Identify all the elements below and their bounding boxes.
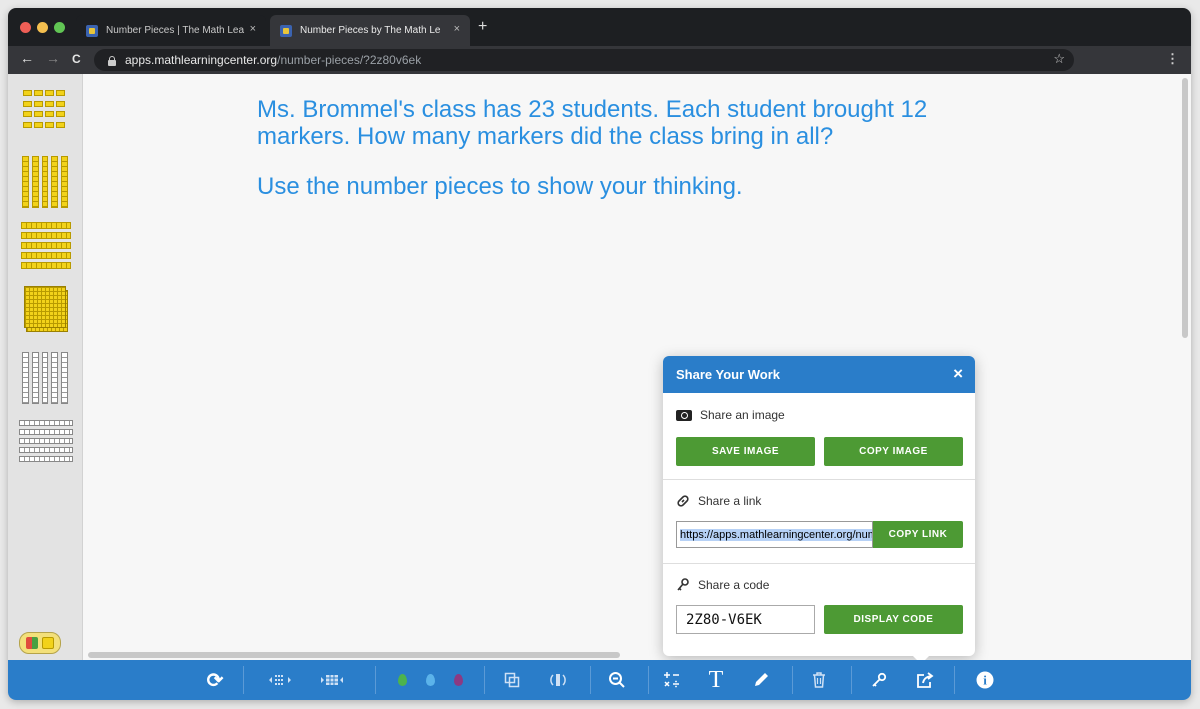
toolbar-divider [484, 666, 485, 694]
reload-icon[interactable]: C [72, 52, 81, 66]
browser-menu-icon[interactable]: ⋮ [1166, 51, 1179, 67]
tab-title: Number Pieces by The Math Le [300, 25, 441, 36]
share-link-label: Share a link [698, 494, 762, 508]
forward-arrow-icon[interactable]: → [46, 50, 60, 66]
maximize-window-button[interactable] [54, 22, 65, 33]
close-icon[interactable]: × [953, 364, 963, 384]
key-icon[interactable] [865, 660, 893, 700]
info-glyph: i [983, 673, 987, 688]
toolbar-divider [243, 666, 244, 694]
bookmark-star-icon[interactable]: ☆ [1053, 51, 1065, 67]
vertical-scrollbar[interactable] [1182, 78, 1188, 338]
share-code-label-row: Share a code [676, 578, 769, 592]
share-link-label-row: Share a link [676, 494, 761, 508]
zoom-out-icon[interactable] [603, 660, 631, 700]
share-image-label-row: Share an image [676, 408, 785, 422]
tab-number-pieces-1[interactable]: Number Pieces | The Math Lea × [76, 15, 266, 46]
minimize-window-button[interactable] [37, 22, 48, 33]
share-code-label: Share a code [698, 578, 770, 592]
key-icon [677, 578, 689, 591]
share-image-section: Share an image SAVE IMAGE COPY IMAGE [663, 393, 975, 480]
toolbar-divider [648, 666, 649, 694]
back-arrow-icon[interactable]: ← [20, 50, 34, 66]
horizontal-tens-icon[interactable] [21, 222, 71, 270]
share-code-section: Share a code 2Z80-V6EK DISPLAY CODE [663, 563, 975, 656]
hundred-square-icon[interactable] [24, 286, 68, 332]
math-symbols-icon[interactable] [658, 660, 686, 700]
address-bar[interactable]: apps.mathlearningcenter.org/number-piece… [94, 49, 1074, 71]
link-icon [677, 495, 689, 507]
green-ink-icon[interactable] [388, 660, 416, 700]
toolbar-divider [954, 666, 955, 694]
share-dialog-title: Share Your Work [676, 367, 781, 382]
yellow-pieces-icon [42, 637, 54, 649]
colored-pieces-icon [26, 637, 38, 649]
trash-icon[interactable] [805, 660, 833, 700]
save-image-button[interactable]: SAVE IMAGE [676, 437, 815, 466]
copy-image-button[interactable]: COPY IMAGE [824, 437, 963, 466]
blue-ink-icon[interactable] [416, 660, 444, 700]
tab-close-icon[interactable]: × [454, 23, 460, 35]
outline-vertical-tens-icon[interactable] [22, 352, 68, 404]
break-apart-icon[interactable] [266, 660, 294, 700]
color-mode-toggle[interactable] [19, 632, 61, 654]
toolbar-divider [792, 666, 793, 694]
copy-link-button[interactable]: COPY LINK [873, 521, 963, 548]
tab-close-icon[interactable]: × [250, 23, 256, 35]
share-your-work-dialog: Share Your Work × Share an image SAVE IM… [663, 356, 975, 664]
display-code-button[interactable]: DISPLAY CODE [824, 605, 963, 634]
reset-icon[interactable]: ⟳ [201, 660, 229, 700]
bottom-toolbar: ⟳ T i [8, 660, 1191, 700]
share-icon[interactable] [911, 660, 939, 700]
problem-text[interactable]: Ms. Brommel's class has 23 students. Eac… [257, 96, 977, 200]
share-link-field[interactable]: https://apps.mathlearningcenter.org/numb… [676, 521, 873, 548]
share-link-value: https://apps.mathlearningcenter.org/numb… [680, 528, 872, 541]
pen-tool-icon[interactable] [747, 660, 775, 700]
share-link-section: Share a link https://apps.mathlearningce… [663, 479, 975, 564]
vertical-tens-icon[interactable] [22, 156, 68, 208]
horizontal-scrollbar[interactable] [88, 652, 620, 658]
share-code-field[interactable]: 2Z80-V6EK [676, 605, 815, 634]
browser-toolbar: ← → C apps.mathlearningcenter.org/number… [8, 46, 1191, 74]
purple-ink-icon[interactable] [444, 660, 472, 700]
toolbar-divider [375, 666, 376, 694]
tab-title: Number Pieces | The Math Lea [106, 25, 245, 36]
problem-instruction: Use the number pieces to show your think… [257, 173, 743, 200]
group-pieces-icon[interactable] [318, 660, 346, 700]
tab-bar: Number Pieces | The Math Lea × Number Pi… [8, 8, 1191, 46]
url-host: apps.mathlearningcenter.org [125, 53, 278, 67]
tab-number-pieces-2[interactable]: Number Pieces by The Math Le × [270, 15, 470, 46]
close-window-button[interactable] [20, 22, 31, 33]
share-dialog-header: Share Your Work × [663, 356, 975, 393]
rotate-piece-icon[interactable] [544, 660, 572, 700]
app-workspace[interactable]: Ms. Brommel's class has 23 students. Eac… [8, 74, 1191, 664]
problem-statement: Ms. Brommel's class has 23 students. Eac… [257, 96, 928, 150]
favicon-icon [280, 24, 292, 37]
toolbar-divider [590, 666, 591, 694]
text-tool-icon[interactable]: T [702, 660, 730, 700]
duplicate-icon[interactable] [498, 660, 526, 700]
outline-horizontal-tens-icon[interactable] [19, 420, 73, 468]
share-image-label: Share an image [700, 408, 785, 422]
browser-window: Number Pieces | The Math Lea × Number Pi… [8, 8, 1191, 700]
new-tab-button[interactable]: + [478, 18, 487, 36]
favicon-icon [86, 24, 98, 37]
camera-icon [676, 409, 692, 421]
piece-palette [8, 74, 83, 660]
unit-pieces-icon[interactable] [23, 90, 67, 130]
url-path: /number-pieces/?2z80v6ek [277, 53, 422, 67]
info-icon[interactable]: i [971, 660, 999, 700]
lock-icon [108, 55, 116, 66]
toolbar-divider [851, 666, 852, 694]
